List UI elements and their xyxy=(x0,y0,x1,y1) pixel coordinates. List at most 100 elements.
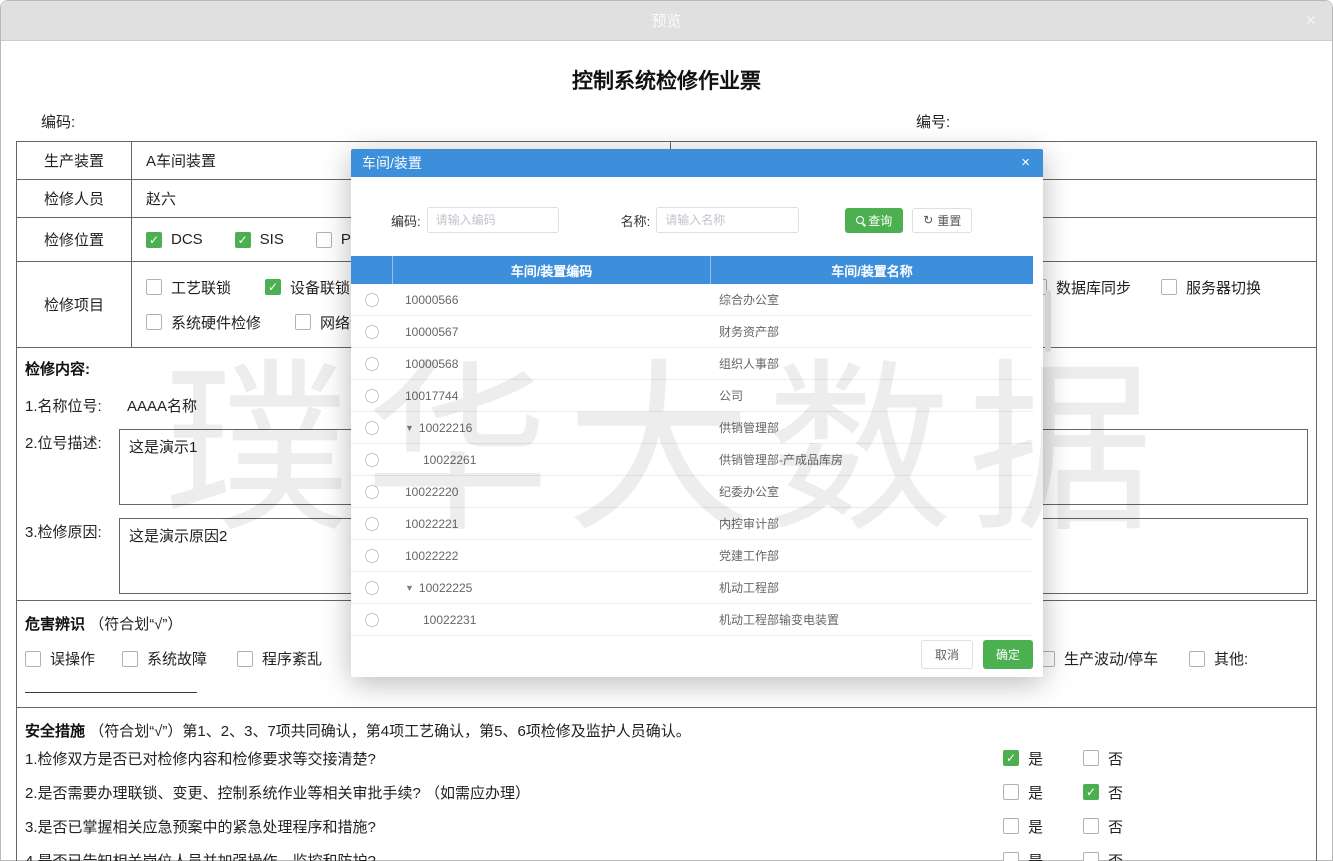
hazard-heading: 危害辨识 xyxy=(25,616,85,633)
table-row[interactable]: 10022221 内控审计部 xyxy=(351,508,1033,540)
code-column-header: 车间/装置编码 xyxy=(393,256,711,284)
serial-label: 编号: xyxy=(916,111,950,132)
collapse-arrow-icon[interactable]: ▼ xyxy=(405,423,414,433)
checkbox-equipment-interlock[interactable]: 设备联锁 xyxy=(265,277,350,298)
cancel-button[interactable]: 取消 xyxy=(921,640,973,669)
maintenance-position-label: 检修位置 xyxy=(17,218,132,261)
row-radio[interactable] xyxy=(365,293,379,307)
row-code: 10022231 xyxy=(423,613,476,627)
checkbox-box[interactable] xyxy=(146,232,162,248)
row-code: 10000566 xyxy=(405,293,458,307)
safety-question-3: 3.是否已掌握相关应急预案中的紧急处理程序和措施? 是 否 xyxy=(25,809,1308,843)
checkbox-system-failure[interactable]: 系统故障 xyxy=(122,648,207,669)
table-row[interactable]: 10022261 供销管理部-产成品库房 xyxy=(351,444,1033,476)
row-code: 10022261 xyxy=(423,453,476,467)
confirm-button[interactable]: 确定 xyxy=(983,640,1033,669)
yes-checkbox[interactable]: 是 xyxy=(1003,850,1083,861)
checkbox-dcs[interactable]: DCS xyxy=(146,231,203,248)
table-row[interactable]: 10017744 公司 xyxy=(351,380,1033,412)
row-radio[interactable] xyxy=(365,421,379,435)
row-radio[interactable] xyxy=(365,453,379,467)
tag-name-value: AAAA名称 xyxy=(127,392,197,416)
name-search-label: 名称: xyxy=(621,211,651,230)
safety-question-2: 2.是否需要办理联锁、变更、控制系统作业等相关审批手续? （如需应办理） 是 否 xyxy=(25,775,1308,809)
name-search-input[interactable] xyxy=(656,207,799,233)
checkbox-system-hardware[interactable]: 系统硬件检修 xyxy=(146,312,261,333)
scrollbar-thumb[interactable] xyxy=(1045,290,1051,352)
yes-checkbox[interactable]: 是 xyxy=(1003,748,1083,769)
radio-column-header xyxy=(351,256,393,284)
row-code: 10022225 xyxy=(419,581,472,595)
checkbox-sis[interactable]: SIS xyxy=(235,231,284,248)
modal-search-bar: 编码: 名称: 查询 ↻ 重置 xyxy=(351,177,1043,233)
row-radio[interactable] xyxy=(365,389,379,403)
tag-description-label: 2.位号描述: xyxy=(25,429,119,453)
no-checkbox[interactable]: 否 xyxy=(1083,748,1163,769)
row-name: 组织人事部 xyxy=(711,355,1033,372)
row-code: 10022222 xyxy=(405,549,458,563)
row-name: 机动工程部输变电装置 xyxy=(711,611,1033,628)
table-row[interactable]: 10022231 机动工程部输变电装置 xyxy=(351,604,1033,636)
checkbox-other[interactable]: 其他: xyxy=(1189,648,1248,669)
row-name: 纪委办公室 xyxy=(711,483,1033,500)
row-radio[interactable] xyxy=(365,325,379,339)
safety-question-1: 1.检修双方是否已对检修内容和检修要求等交接清楚? 是 否 xyxy=(25,741,1308,775)
name-column-header: 车间/装置名称 xyxy=(711,256,1033,284)
row-name: 财务资产部 xyxy=(711,323,1033,340)
safety-question-4: 4.是否已告知相关岗位人员并加强操作、监控和防护? 是 否 xyxy=(25,843,1308,861)
tag-name-label: 1.名称位号: xyxy=(25,392,119,416)
table-row[interactable]: 10000567 财务资产部 xyxy=(351,316,1033,348)
page-title: 控制系统检修作业票 xyxy=(1,65,1332,95)
table-header: 车间/装置编码 车间/装置名称 xyxy=(351,256,1033,284)
table-body: 10000566 综合办公室 10000567 财务资产部 10000568 组… xyxy=(351,284,1033,644)
checkbox-production-fluctuation[interactable]: 生产波动/停车 xyxy=(1039,648,1158,669)
collapse-arrow-icon[interactable]: ▼ xyxy=(405,583,414,593)
table-row[interactable]: 10022220 纪委办公室 xyxy=(351,476,1033,508)
refresh-icon: ↻ xyxy=(923,213,933,227)
row-code: 10000568 xyxy=(405,357,458,371)
yes-checkbox[interactable]: 是 xyxy=(1003,782,1083,803)
code-search-label: 编码: xyxy=(391,211,421,230)
table-row[interactable]: ▼ 10022216 供销管理部 xyxy=(351,412,1033,444)
modal-title: 车间/装置 xyxy=(362,153,422,173)
preview-title: 预览 xyxy=(651,10,681,31)
checkbox-program-disorder[interactable]: 程序紊乱 xyxy=(237,648,322,669)
question-text: 4.是否已告知相关岗位人员并加强操作、监控和防护? xyxy=(25,850,1003,861)
yes-checkbox[interactable]: 是 xyxy=(1003,816,1083,837)
row-radio[interactable] xyxy=(365,357,379,371)
table-row[interactable]: ▼ 10022225 机动工程部 xyxy=(351,572,1033,604)
row-radio[interactable] xyxy=(365,549,379,563)
row-radio[interactable] xyxy=(365,517,379,531)
safety-measures-section: 安全措施 （符合划“√”）第1、2、3、7项共同确认，第4项工艺确认，第5、6项… xyxy=(17,708,1316,861)
question-text: 3.是否已掌握相关应急预案中的紧急处理程序和措施? xyxy=(25,816,1003,837)
checkbox-box[interactable] xyxy=(316,232,332,248)
modal-close-icon[interactable]: × xyxy=(1021,154,1030,171)
checkbox-server-switch[interactable]: 服务器切换 xyxy=(1161,277,1261,298)
row-radio[interactable] xyxy=(365,581,379,595)
table-row[interactable]: 10000568 组织人事部 xyxy=(351,348,1033,380)
checkbox-misoperation[interactable]: 误操作 xyxy=(25,648,95,669)
code-label: 编码: xyxy=(41,111,75,132)
code-search-input[interactable] xyxy=(427,207,559,233)
row-radio[interactable] xyxy=(365,485,379,499)
safety-heading: 安全措施 xyxy=(25,723,85,740)
modal-table: 车间/装置编码 车间/装置名称 10000566 综合办公室 10000567 … xyxy=(351,256,1043,644)
row-name: 机动工程部 xyxy=(711,579,1033,596)
production-device-label: 生产装置 xyxy=(17,142,132,179)
maintenance-reason-label: 3.检修原因: xyxy=(25,518,119,542)
no-checkbox[interactable]: 否 xyxy=(1083,850,1163,861)
row-code: 10022221 xyxy=(405,517,458,531)
table-row[interactable]: 10000566 综合办公室 xyxy=(351,284,1033,316)
query-button[interactable]: 查询 xyxy=(845,208,903,233)
close-icon[interactable]: × xyxy=(1305,10,1316,30)
row-name: 供销管理部 xyxy=(711,419,1033,436)
row-radio[interactable] xyxy=(365,613,379,627)
reset-button[interactable]: ↻ 重置 xyxy=(912,208,972,233)
checkbox-box[interactable] xyxy=(235,232,251,248)
no-checkbox[interactable]: 否 xyxy=(1083,816,1163,837)
table-row[interactable]: 10022222 党建工作部 xyxy=(351,540,1033,572)
hazard-note: （符合划“√”） xyxy=(89,616,182,633)
checkbox-process-interlock[interactable]: 工艺联锁 xyxy=(146,277,231,298)
code-row: 编码: 编号: xyxy=(1,111,1332,135)
no-checkbox[interactable]: 否 xyxy=(1083,782,1163,803)
